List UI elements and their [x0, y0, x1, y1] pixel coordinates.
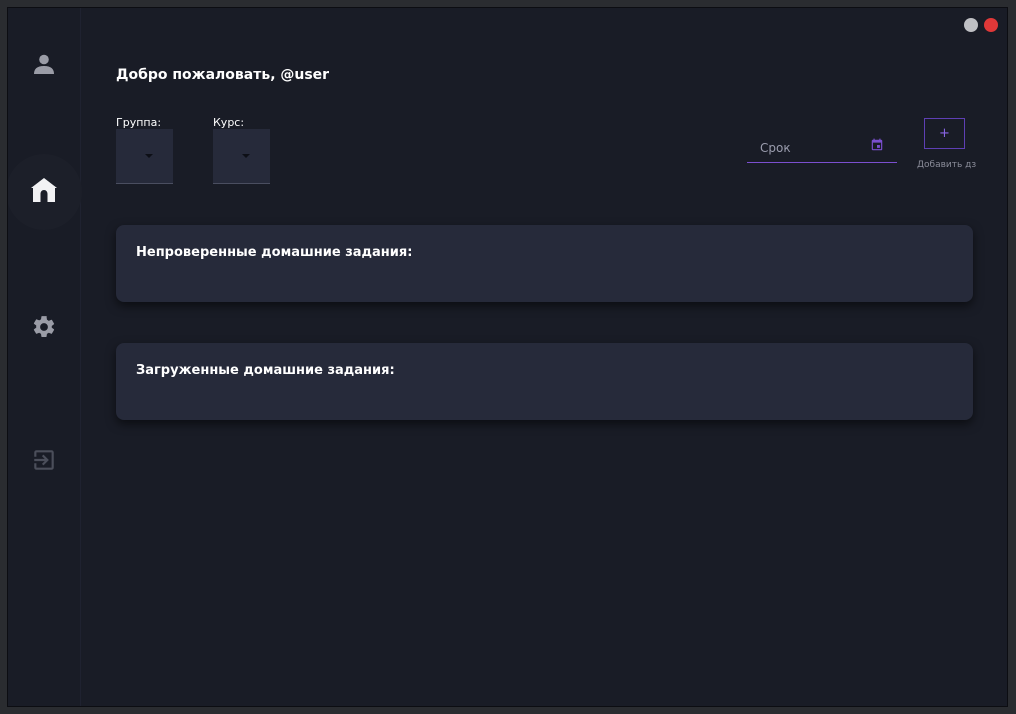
app-window: Добро пожаловать, @user Группа: Курс: Ср… [7, 7, 1008, 707]
sidebar [8, 8, 82, 706]
deadline-placeholder: Срок [760, 141, 791, 155]
add-homework-caption: Добавить дз [917, 160, 977, 170]
uploaded-homework-title: Загруженные домашние задания: [136, 363, 395, 378]
unchecked-homework-card: Непроверенные домашние задания: [116, 225, 973, 302]
course-dropdown[interactable] [213, 129, 270, 184]
course-label: Курс: [213, 116, 245, 129]
group-label: Группа: [116, 116, 162, 129]
uploaded-homework-card: Загруженные домашние задания: [116, 343, 973, 420]
unchecked-homework-title: Непроверенные домашние задания: [136, 245, 413, 260]
home-icon [31, 178, 57, 202]
calendar-icon[interactable] [870, 138, 884, 152]
close-button[interactable] [984, 18, 998, 32]
chevron-down-icon [145, 154, 153, 158]
sidebar-item-logout[interactable] [8, 424, 80, 496]
window-controls [964, 18, 998, 32]
add-homework-button[interactable]: + [924, 118, 965, 149]
person-icon [34, 54, 54, 74]
deadline-date-field[interactable]: Срок [747, 130, 897, 163]
welcome-title: Добро пожаловать, @user [116, 67, 330, 83]
minimize-button[interactable] [964, 18, 978, 32]
sidebar-item-settings[interactable] [8, 291, 80, 363]
chevron-down-icon [242, 154, 250, 158]
sidebar-item-profile[interactable] [8, 28, 80, 100]
gear-icon [33, 316, 55, 337]
group-dropdown[interactable] [116, 129, 173, 184]
sidebar-item-home[interactable] [8, 154, 82, 230]
exit-icon [34, 450, 54, 470]
